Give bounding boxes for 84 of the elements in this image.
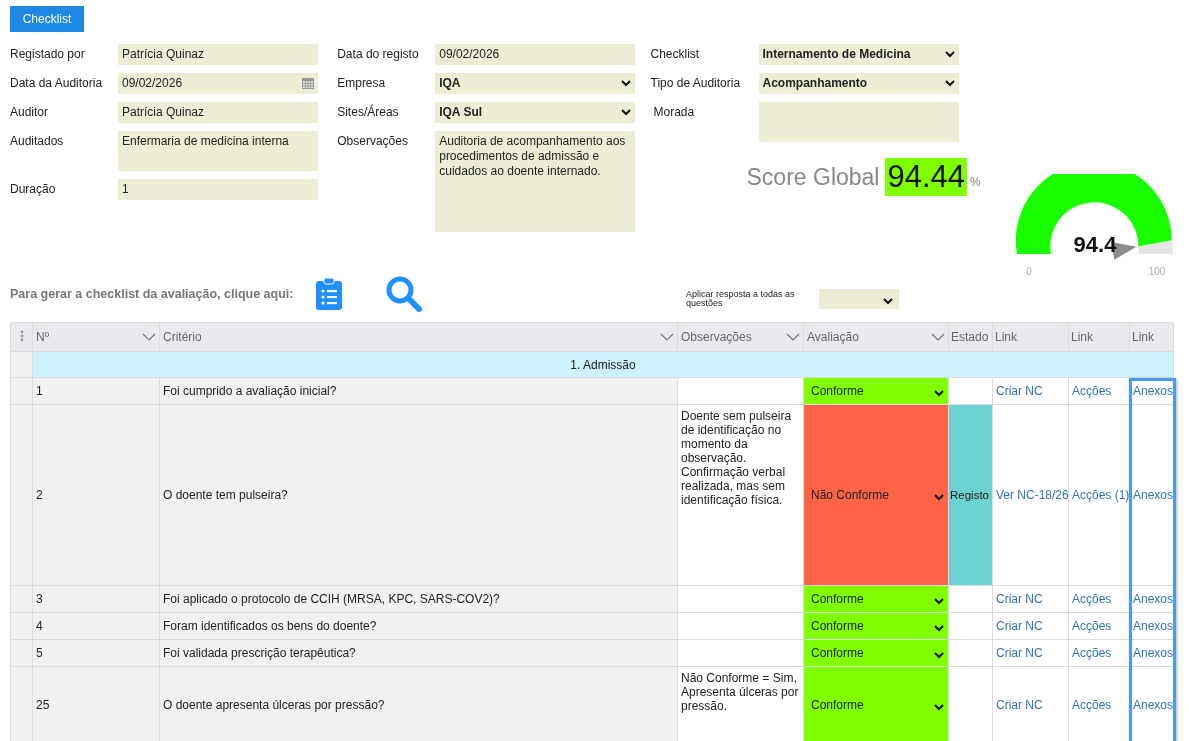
input-field[interactable]: 1 bbox=[118, 179, 318, 200]
chevron-down-icon bbox=[934, 388, 944, 397]
table-cell: Foram identificados os bens do doente? bbox=[159, 612, 678, 640]
evaluation-dropdown[interactable]: Conforme bbox=[803, 585, 949, 613]
text-area[interactable]: Enfermaria de medicina interna bbox=[118, 131, 318, 171]
table-cell: 5 bbox=[32, 639, 160, 667]
field-label: Data do registo bbox=[337, 46, 420, 63]
table-cell: 3 bbox=[32, 585, 160, 613]
field-label: Sites/Áreas bbox=[337, 103, 400, 121]
column-header[interactable]: Critério bbox=[159, 322, 678, 352]
gauge-max: 100 bbox=[1148, 266, 1166, 277]
link[interactable]: Acções (1) bbox=[1072, 488, 1129, 502]
link[interactable]: Criar NC bbox=[996, 698, 1043, 712]
link[interactable]: Acções bbox=[1072, 698, 1112, 712]
drag-handle-icon bbox=[19, 329, 24, 342]
field-label: Data da Auditoria bbox=[10, 75, 104, 92]
chevron-down-icon bbox=[621, 108, 632, 116]
evaluation-dropdown[interactable]: Conforme bbox=[803, 377, 949, 405]
input-field[interactable]: Patrícia Quinaz bbox=[118, 44, 318, 65]
gauge-min: 0 bbox=[1025, 266, 1032, 277]
table-cell: 2 bbox=[32, 404, 160, 586]
field-label: Registado por bbox=[10, 46, 86, 63]
evaluation-dropdown[interactable]: Conforme bbox=[803, 639, 949, 667]
column-header[interactable]: Avaliação bbox=[803, 322, 949, 352]
chevron-down-icon bbox=[883, 296, 893, 305]
field-label: Empresa bbox=[337, 75, 387, 92]
field-label: Morada bbox=[652, 104, 696, 121]
table-cell: O doente apresenta úlceras por pressão? bbox=[159, 666, 678, 741]
column-header[interactable]: Observações bbox=[677, 322, 804, 352]
table-cell: Foi cumprido a avaliação inicial? bbox=[159, 377, 678, 405]
chevron-down-icon bbox=[934, 492, 944, 501]
field-label: Duração bbox=[10, 181, 57, 198]
link[interactable]: Ver NC-18/26 bbox=[996, 488, 1068, 502]
status-label: Registo bbox=[948, 404, 993, 586]
table-cell: O doente tem pulseira? bbox=[159, 404, 678, 586]
column-header[interactable]: Nº bbox=[32, 322, 160, 352]
apply-all-label: Aplicar resposta a todas as questões bbox=[686, 290, 796, 308]
table-cell: 25 bbox=[32, 666, 160, 741]
evaluation-dropdown[interactable]: Não Conforme bbox=[803, 404, 949, 586]
field-label: Auditor bbox=[10, 104, 50, 121]
chevron-down-icon bbox=[934, 650, 944, 659]
chevron-down-icon bbox=[934, 702, 944, 711]
field-label: Checklist bbox=[650, 46, 701, 63]
column-header[interactable]: Link bbox=[992, 322, 1069, 352]
input-field[interactable]: 09/02/2026 bbox=[435, 44, 636, 65]
dropdown-field[interactable]: Internamento de Medicina bbox=[758, 44, 959, 65]
gauge-track bbox=[1138, 240, 1173, 254]
table-cell: Foi validada prescrição terapêutica? bbox=[159, 639, 678, 667]
link[interactable]: Anexos bbox=[1133, 488, 1173, 502]
table-cell: 4 bbox=[32, 612, 160, 640]
table-cell: Doente sem pulseira de identificação no momento da observação. Confirmação verbal realizada, mas sem identificação física. bbox=[677, 404, 804, 586]
chevron-down-icon bbox=[621, 79, 632, 87]
evaluation-dropdown[interactable]: Conforme bbox=[803, 666, 949, 741]
column-header[interactable]: Link bbox=[1068, 322, 1130, 352]
chevron-down-icon bbox=[944, 79, 955, 87]
checklist-button[interactable]: Checklist bbox=[10, 6, 84, 32]
percent-unit: % bbox=[970, 175, 981, 189]
dropdown-field[interactable]: IQA bbox=[435, 73, 636, 94]
column-header[interactable]: Link bbox=[1129, 322, 1174, 352]
field-label: Auditados bbox=[10, 133, 65, 150]
score-value: 94.44 bbox=[885, 158, 968, 196]
dropdown-field[interactable]: Acompanhamento bbox=[758, 73, 959, 94]
column-header[interactable]: Estado bbox=[948, 322, 993, 352]
chevron-down-icon bbox=[944, 50, 955, 58]
instruction-text: Para gerar a checklist da avaliação, clique aqui: bbox=[10, 287, 295, 301]
input-field[interactable]: Patrícia Quinaz bbox=[118, 102, 318, 123]
field-label: Observações bbox=[337, 133, 409, 150]
gauge-value: 94.4 bbox=[1073, 232, 1117, 257]
evaluation-dropdown[interactable]: Conforme bbox=[803, 612, 949, 640]
calendar-icon bbox=[302, 77, 314, 89]
link[interactable]: Anexos bbox=[1133, 698, 1173, 712]
score-label: Score Global bbox=[746, 163, 880, 191]
table-cell: 1 bbox=[32, 377, 160, 405]
search-icon[interactable] bbox=[385, 275, 423, 313]
section-header: 1. Admissão bbox=[32, 351, 1174, 378]
chevron-down-icon bbox=[934, 623, 944, 632]
dropdown-field[interactable] bbox=[819, 289, 899, 309]
input-field[interactable]: 09/02/2026 bbox=[118, 73, 318, 94]
clipboard-icon[interactable] bbox=[315, 277, 343, 311]
text-area[interactable]: Auditoria de acompanhamento aos procedimentos de admissão e cuidados ao doente internado. bbox=[435, 131, 636, 232]
chevron-down-icon bbox=[934, 596, 944, 605]
dropdown-field[interactable]: IQA Sul bbox=[435, 102, 636, 123]
table-cell: Foi aplicado o protocolo de CCIH (MRSA, KPC, SARS-COV2)? bbox=[159, 585, 678, 613]
field-label: Tipo de Auditoria bbox=[650, 75, 742, 92]
